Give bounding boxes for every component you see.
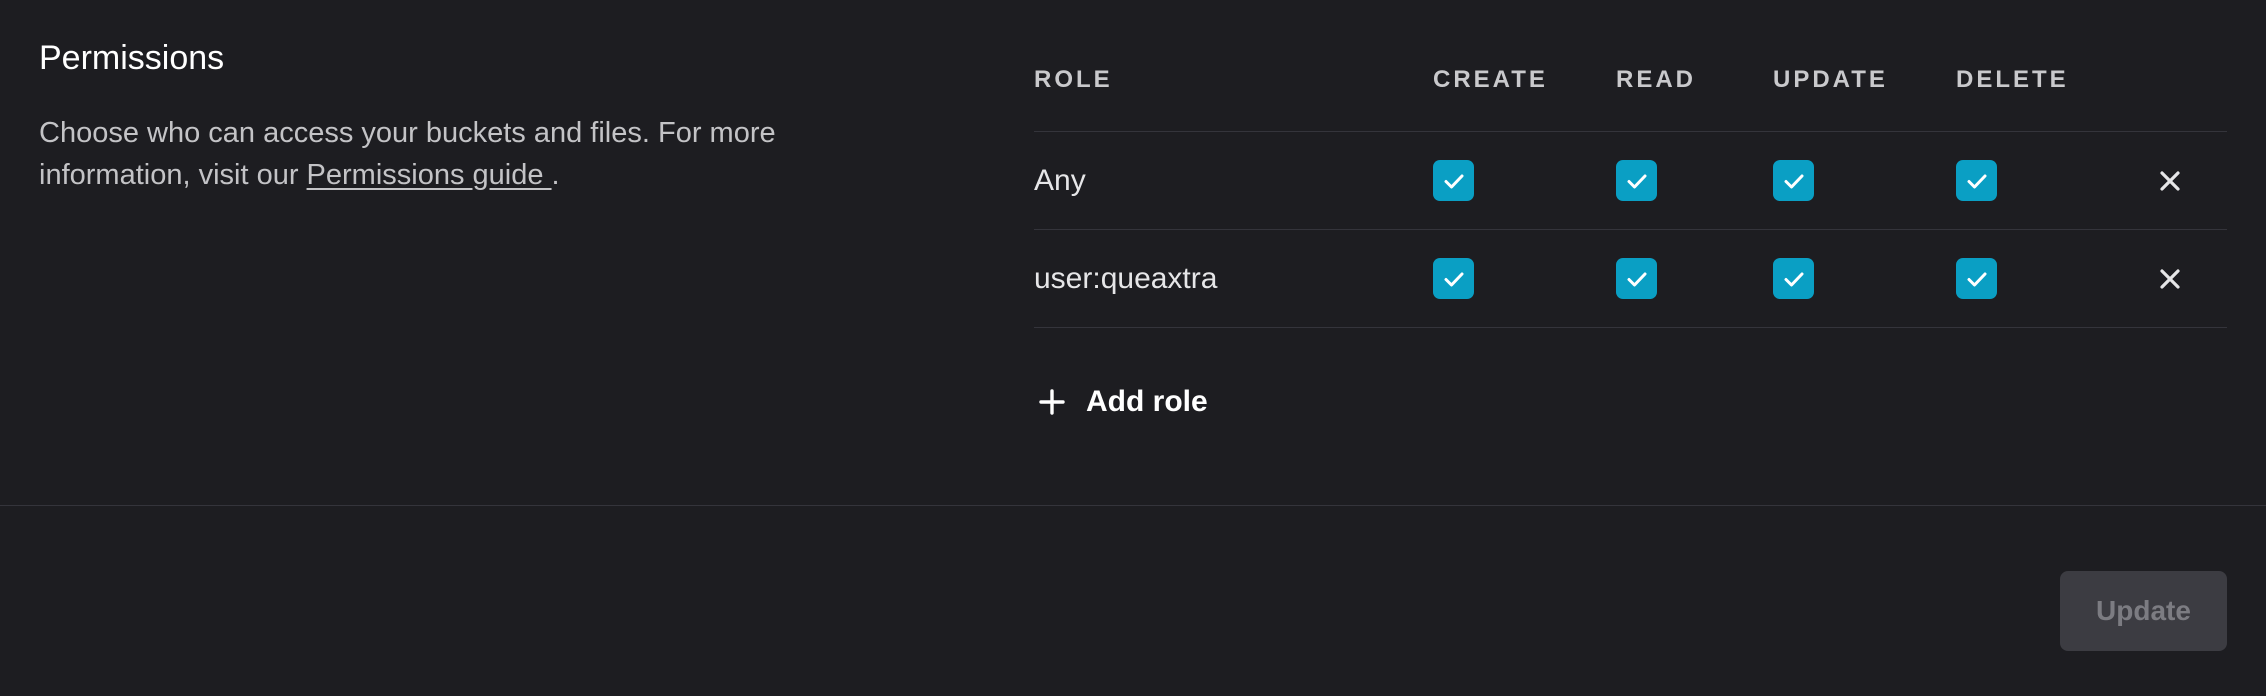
update-button[interactable]: Update <box>2060 571 2227 651</box>
check-icon <box>1444 174 1463 188</box>
role-name: Any <box>1034 164 1086 197</box>
description-suffix: . <box>551 159 560 191</box>
section-title: Permissions <box>39 39 225 77</box>
header-update: UPDATE <box>1773 66 1888 93</box>
update-checkbox[interactable] <box>1773 258 1814 299</box>
permissions-info: Permissions Choose who can access your b… <box>39 36 859 196</box>
read-checkbox[interactable] <box>1616 160 1657 201</box>
close-icon <box>2160 171 2180 191</box>
section-description: Choose who can access your buckets and f… <box>39 112 859 196</box>
role-name: user:queaxtra <box>1034 262 1218 295</box>
header-read: READ <box>1616 66 1697 93</box>
plus-icon <box>1034 384 1070 420</box>
table-header: ROLE CREATE READ UPDATE DELETE <box>1034 60 2227 132</box>
read-checkbox[interactable] <box>1616 258 1657 299</box>
check-icon <box>1627 272 1646 286</box>
remove-role-button[interactable] <box>2154 165 2186 197</box>
check-icon <box>1784 272 1803 286</box>
check-icon <box>1967 272 1986 286</box>
table-row: Any <box>1034 132 2227 230</box>
check-icon <box>1444 272 1463 286</box>
delete-checkbox[interactable] <box>1956 160 1997 201</box>
add-role-label: Add role <box>1086 385 1208 418</box>
add-role-button[interactable]: Add role <box>1034 380 1208 424</box>
table-row: user:queaxtra <box>1034 230 2227 328</box>
delete-checkbox[interactable] <box>1956 258 1997 299</box>
permissions-table: ROLE CREATE READ UPDATE DELETE Any user:… <box>1034 60 2227 328</box>
update-checkbox[interactable] <box>1773 160 1814 201</box>
remove-role-button[interactable] <box>2154 263 2186 295</box>
header-delete: DELETE <box>1956 66 2069 93</box>
check-icon <box>1967 174 1986 188</box>
create-checkbox[interactable] <box>1433 258 1474 299</box>
header-role: ROLE <box>1034 66 1113 93</box>
header-create: CREATE <box>1433 66 1548 93</box>
check-icon <box>1784 174 1803 188</box>
close-icon <box>2160 269 2180 289</box>
check-icon <box>1627 174 1646 188</box>
permissions-guide-link[interactable]: Permissions guide <box>307 159 552 191</box>
permissions-section: Permissions Choose who can access your b… <box>0 0 2266 506</box>
create-checkbox[interactable] <box>1433 160 1474 201</box>
